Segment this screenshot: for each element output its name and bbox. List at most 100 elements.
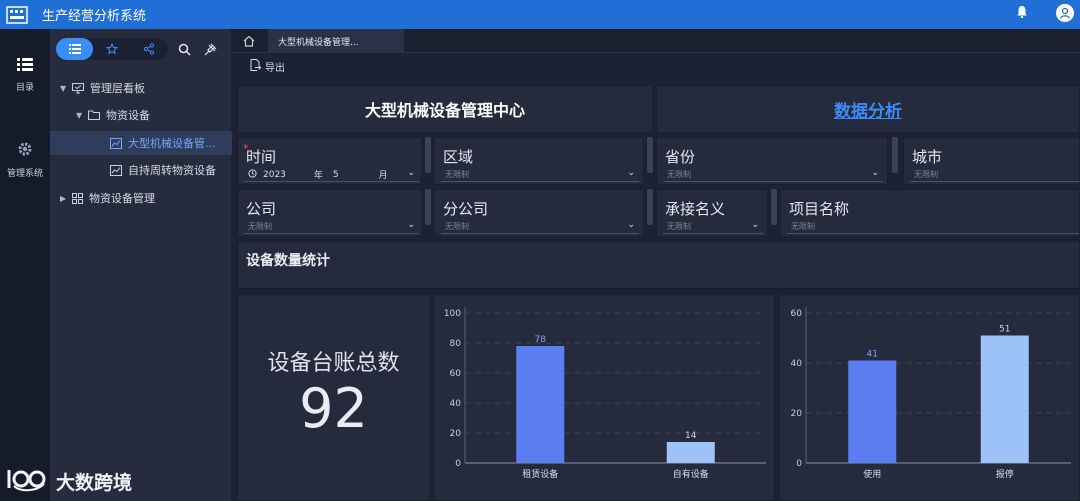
export-button[interactable]: 导出 [250,59,285,74]
resize-handle[interactable] [647,137,653,173]
y-tick-label: 0 [796,459,802,469]
filter-label: 区域 [443,148,474,166]
tree-node-materials[interactable]: ▼ 物资设备 [50,103,232,127]
filter-label: 分公司 [443,200,489,218]
y-tick-label: 40 [450,399,462,409]
bar [848,360,897,463]
bar [980,335,1029,463]
filter-label: 公司 [246,200,277,218]
caret-down-icon: ▼ [76,110,83,120]
y-tick-label: 20 [791,409,803,419]
home-icon[interactable] [238,32,260,50]
filter-label: 项目名称 [789,200,850,218]
year-unit: 年 [313,171,323,181]
data-analysis-link[interactable]: 数据分析 [656,85,1080,133]
year-value: 2023 [263,169,286,180]
rail-item-catalog[interactable]: 目录 [0,57,50,93]
tab-bar: 大型机械设备管理... [232,29,1080,53]
filter-time: * 时间 2023 年 5 月 ⌄ [237,137,422,185]
branch-select[interactable]: 无限制 ⌄ [441,220,639,234]
bar-value-label: 41 [867,350,878,360]
filter-label: 省份 [665,148,696,166]
tree-node-label: 大型机械设备管... [128,137,216,150]
filter-branch: 分公司 无限制 ⌄ [434,189,644,237]
export-icon [250,59,262,74]
caret-down-icon: ▼ [60,83,67,93]
required-mark: * [243,142,249,155]
bar [666,442,715,463]
bell-icon[interactable] [1016,5,1028,21]
resize-handle[interactable] [647,189,653,225]
folder-icon [88,110,100,120]
y-tick-label: 40 [791,359,803,369]
list-view-icon[interactable] [56,38,94,60]
resize-handle[interactable] [425,189,431,225]
view-switcher [56,38,168,60]
search-icon[interactable] [174,39,194,59]
rail-item-management[interactable]: 管理系统 [0,141,50,179]
watermark-logo-icon [6,466,50,497]
bar-chart-ownership: 0 20 40 60 80 100 78 租赁设备 14 自有设备 [444,307,766,480]
chevron-down-icon: ⌄ [751,220,759,230]
page-title: 大型机械设备管理中心 [237,85,653,133]
bar-value-label: 51 [999,325,1010,335]
star-icon[interactable] [93,38,130,60]
x-category-label: 租赁设备 [522,468,558,480]
filter-region: 区域 无限制 ⌄ [434,137,644,185]
app-logo-icon[interactable] [0,0,34,29]
resize-handle[interactable] [892,137,898,173]
dashboard-icon [72,82,84,94]
chart-icon [110,137,122,149]
y-tick-label: 60 [791,309,803,319]
share-icon[interactable] [131,38,168,60]
left-rail: 目录 管理系统 [0,29,50,501]
chevron-down-icon: ⌄ [407,168,415,178]
month-unit: 月 [378,171,388,181]
time-picker[interactable]: 2023 年 5 月 ⌄ [244,168,419,182]
chevron-down-icon: ⌄ [407,220,415,230]
y-tick-label: 80 [450,339,462,349]
chevron-down-icon: ⌄ [627,168,635,178]
filter-company: 公司 无限制 ⌄ [237,189,422,237]
clock-icon [248,168,257,181]
tree-node-materials-management[interactable]: ▶ 物资设备管理 [50,186,232,210]
province-select[interactable]: 无限制 ⌄ [663,168,883,182]
bar [516,346,565,463]
resize-handle[interactable] [771,189,777,225]
kpi-label: 设备台账总数 [267,351,400,376]
grid-icon [72,192,83,204]
chart-icon [110,164,122,176]
bar-value-label: 78 [535,335,547,345]
tree-toolbar [50,29,231,69]
filter-contractor: 承接名义 无限制 ⌄ [656,189,768,237]
resize-handle[interactable] [425,137,431,173]
chevron-down-icon: ⌄ [627,220,635,230]
pin-icon[interactable] [200,39,220,59]
city-select[interactable]: 无限制 [910,168,1080,182]
tree-node-management-board[interactable]: ▼ 管理层看板 [50,76,232,100]
watermark: 大数跨境 [6,466,132,497]
chart-panel-status: 0 20 40 60 41 使用 51 报停 [779,294,1080,501]
export-label: 导出 [265,63,285,74]
toolbar: 导出 [232,53,1080,81]
filter-label: * 时间 [243,142,277,166]
watermark-text: 大数跨境 [56,472,133,494]
app-title: 生产经营分析系统 [42,9,147,24]
kpi-card: 设备台账总数 92 [237,294,430,501]
gear-icon [0,141,50,160]
region-select[interactable]: 无限制 ⌄ [441,168,639,182]
tree-node-self-owned-materials[interactable]: 自持周转物资设备 [50,158,232,182]
month-value: 5 [332,169,339,180]
project-select[interactable]: 无限制 [787,220,1079,234]
section-header: 设备数量统计 [237,241,1080,289]
company-select[interactable]: 无限制 ⌄ [244,220,419,234]
tree-node-label: 自持周转物资设备 [128,164,216,177]
nav-tree: ▼ 管理层看板 ▼ 物资设备 大型机械设备管... 自持周转物资设备 ▶ 物资设… [50,29,232,501]
contractor-select[interactable]: 无限制 ⌄ [663,220,763,234]
user-avatar-icon[interactable] [1056,4,1074,22]
tab-large-machinery[interactable]: 大型机械设备管理... [268,29,404,53]
y-tick-label: 20 [450,429,462,439]
tree-node-large-machinery[interactable]: 大型机械设备管... [50,131,232,155]
x-category-label: 自有设备 [673,468,709,480]
rail-item-label: 管理系统 [6,169,43,179]
